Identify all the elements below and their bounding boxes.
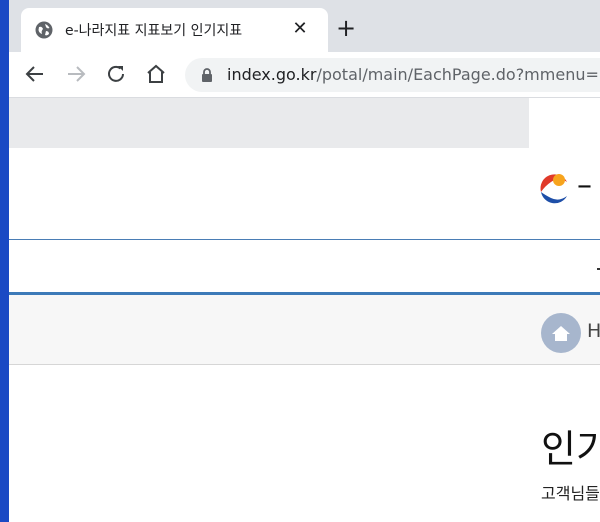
breadcrumb: H xyxy=(9,295,600,365)
page-title: 인기 xyxy=(541,427,600,471)
breadcrumb-home-icon[interactable] xyxy=(541,313,581,353)
address-url: index.go.kr/potal/main/EachPage.do?mmenu… xyxy=(227,65,600,84)
lock-icon xyxy=(202,68,212,82)
reload-icon[interactable] xyxy=(104,62,128,86)
globe-icon xyxy=(35,21,53,39)
new-tab-button[interactable]: + xyxy=(335,16,357,40)
site-logo-icon[interactable] xyxy=(533,168,573,208)
browser-toolbar: index.go.kr/potal/main/EachPage.do?mmenu… xyxy=(9,52,600,98)
browser-tab[interactable]: e-나라지표 지표보기 인기지표 ✕ xyxy=(21,8,328,52)
breadcrumb-home-label[interactable]: H xyxy=(587,320,600,342)
site-logo-text: – xyxy=(577,168,592,203)
home-icon[interactable] xyxy=(144,62,168,86)
url-path: /potal/main/EachPage.do?mmenu=7 xyxy=(316,65,600,84)
forward-arrow-icon[interactable] xyxy=(64,62,88,86)
tab-title: e-나라지표 지표보기 인기지표 xyxy=(65,23,243,39)
close-tab-icon[interactable]: ✕ xyxy=(289,18,311,40)
page-subtitle: 고객님들 xyxy=(541,484,600,503)
address-bar[interactable]: index.go.kr/potal/main/EachPage.do?mmenu… xyxy=(185,58,600,92)
top-banner xyxy=(9,98,529,148)
main-menu-bar xyxy=(9,240,600,292)
window-edge xyxy=(0,0,9,522)
tab-strip: e-나라지표 지표보기 인기지표 ✕ + xyxy=(9,0,600,52)
url-host: index.go.kr xyxy=(227,65,317,84)
page-content: – H 인기 고객님들 xyxy=(9,98,600,522)
back-arrow-icon[interactable] xyxy=(23,62,47,86)
